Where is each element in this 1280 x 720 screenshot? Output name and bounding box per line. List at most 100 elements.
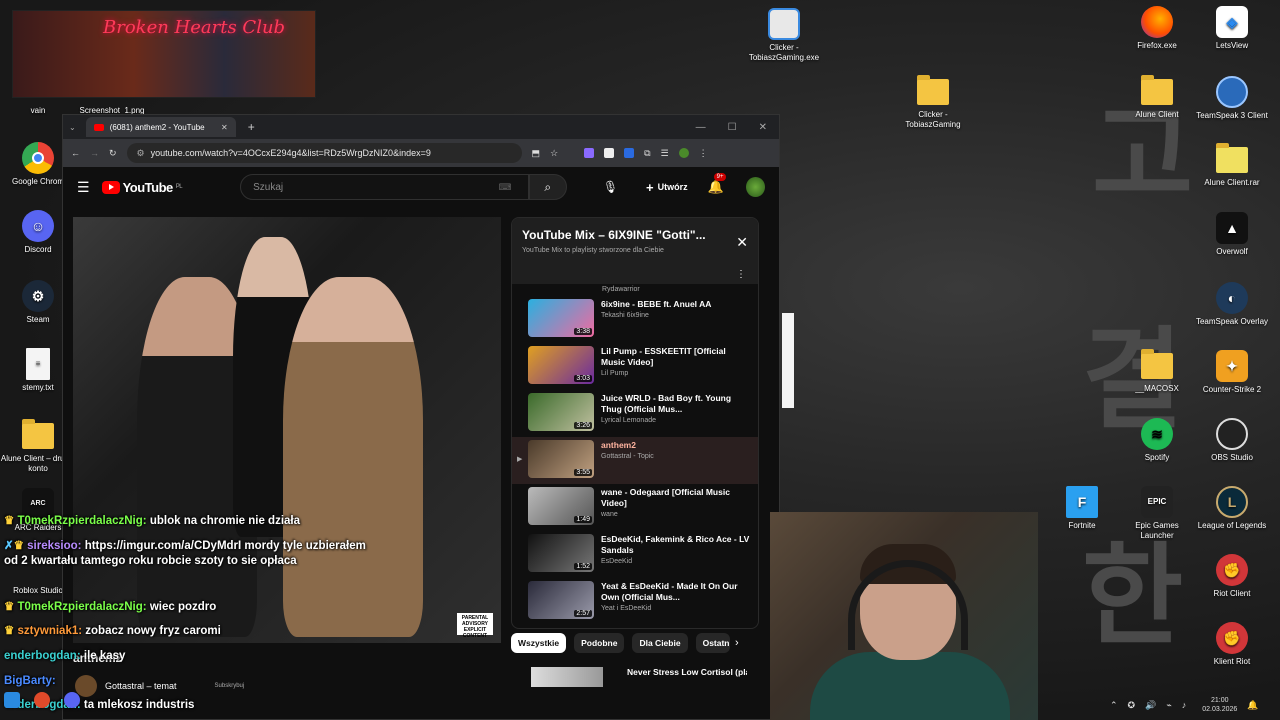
notifications-button[interactable]: 🔔 9+ — [708, 173, 727, 195]
desktop-icon-label: Counter-Strike 2 — [1202, 385, 1262, 394]
playlist-title[interactable]: YouTube Mix – 6IX9INE "Gotti"... — [522, 228, 748, 242]
desktop-icon-fortnite[interactable]: F Fortnite — [1044, 486, 1120, 531]
chevron-up-icon[interactable]: ⌃ — [1110, 700, 1118, 711]
tab-search-icon[interactable]: ⌄ — [69, 123, 76, 132]
keyboard-icon[interactable]: ⌨ — [499, 182, 512, 193]
tab-youtube[interactable]: (6081) anthem2 - YouTube ✕ — [85, 117, 236, 137]
desktop-icon-teamspeak-overlay[interactable]: ◐ TeamSpeak Overlay — [1194, 282, 1270, 327]
windows-start-icon[interactable] — [4, 692, 20, 708]
video-thumbnail: 1:49 — [528, 487, 594, 525]
video-thumbnail: 3:55 — [528, 440, 594, 478]
spotify-icon: ≋ — [1141, 418, 1173, 450]
back-icon[interactable]: ← — [71, 148, 80, 158]
chip-recent[interactable]: Ostatnio — [695, 633, 730, 653]
youtube-logo[interactable]: YouTube PL — [101, 179, 183, 195]
playlist-item-channel: EsDeeKid — [601, 558, 633, 565]
duration-label: 3:55 — [574, 469, 592, 476]
playlist-item[interactable]: 1:49 wane - Odegaard [Official Music Vid… — [512, 484, 758, 531]
badge-icon: ♛ — [4, 515, 15, 527]
channel-name[interactable]: Gottastral – temat — [105, 681, 177, 691]
desktop-icon-obs[interactable]: OBS Studio — [1194, 418, 1270, 463]
desktop-icon-cs2[interactable]: ✦ Counter-Strike 2 — [1194, 350, 1270, 395]
desktop-icon-label: TeamSpeak 3 Client — [1196, 111, 1268, 120]
playlist-item[interactable]: 3:38 6ix9ine - BEBE ft. Anuel AA Tekashi … — [512, 296, 758, 343]
volume-icon[interactable]: 🔊 — [1145, 700, 1156, 711]
minimize-icon[interactable]: — — [696, 122, 706, 133]
desktop-icon-firefox[interactable]: Firefox.exe — [1119, 6, 1195, 51]
fortnite-icon: F — [1066, 486, 1098, 518]
sword-icon: ✗ — [4, 540, 14, 552]
install-icon[interactable]: ⬒ — [532, 148, 541, 159]
video-player[interactable]: PARENTAL ADVISORY EXPLICIT CONTENT — [73, 217, 501, 643]
playlist-item-title: Yeat & EsDeeKid - Made It On Our Own (Of… — [601, 581, 738, 602]
desktop-icon-riot-client[interactable]: ✊ Riot Client — [1194, 554, 1270, 599]
account-avatar[interactable] — [745, 177, 765, 197]
menu-icon[interactable]: ☰ — [77, 179, 90, 196]
browser-menu-icon[interactable]: ⋮ — [699, 148, 708, 159]
chip-similar[interactable]: Podobne — [574, 633, 625, 653]
close-tab-icon[interactable]: ✕ — [221, 123, 228, 132]
desktop-icon-label: Riot Client — [1213, 589, 1251, 598]
clock[interactable]: 21:00 02.03.2026 — [1202, 696, 1237, 714]
search-button[interactable]: ⌕ — [528, 174, 567, 200]
notification-bell-icon[interactable]: 🔔 — [1247, 700, 1258, 711]
desktop-icon-spotify[interactable]: ≋ Spotify — [1119, 418, 1195, 463]
desktop-icon-label: Steam — [26, 315, 50, 324]
playlist-item-current[interactable]: ▶ 3:55 anthem2 Gottastral - Topic — [512, 437, 758, 484]
network-icon[interactable]: ⌁ — [1166, 700, 1171, 711]
recommendation-item[interactable]: Never Stress Low Cortisol (playlist) ⋮ — [511, 667, 780, 687]
extension-icon[interactable] — [604, 148, 615, 158]
desktop-icon-clicker-folder[interactable]: Clicker - TobiaszGaming — [895, 75, 971, 130]
maximize-icon[interactable]: ☐ — [728, 122, 737, 133]
url-field[interactable]: ⚙ youtube.com/watch?v=4OCcxE294g4&list=R… — [126, 143, 522, 163]
chip-all[interactable]: Wszystkie — [511, 633, 567, 653]
search-input[interactable]: Szukaj ⌨ — [240, 174, 529, 200]
chevron-right-icon[interactable]: › — [735, 637, 739, 649]
letsview-icon: ◈ — [1216, 6, 1248, 38]
overwolf-icon: ▲ — [1216, 212, 1248, 244]
image-thumbnail[interactable]: Broken Hearts Club — [12, 10, 316, 98]
playlist-item[interactable]: 1:52 EsDeeKid, Fakemink & Rico Ace - LV … — [512, 531, 758, 578]
desktop-icon-label: Discord — [24, 245, 52, 254]
desktop-icon-alune-client[interactable]: Alune Client — [1119, 75, 1195, 120]
chip-for-you[interactable]: Dla Ciebie — [632, 633, 688, 653]
extension-icon[interactable] — [584, 148, 595, 158]
desktop-icon-letsview[interactable]: ◈ LetsView — [1194, 6, 1270, 51]
plus-icon: + — [646, 179, 654, 195]
folder-icon — [22, 419, 54, 449]
forward-icon[interactable]: → — [90, 148, 99, 158]
close-icon[interactable]: ✕ — [736, 234, 748, 251]
desktop-icon-overwolf[interactable]: ▲ Overwolf — [1194, 212, 1270, 257]
controller-icon[interactable]: ✪ — [1128, 700, 1136, 711]
playlist-item-channel: Lyrical Lemonade — [601, 417, 656, 424]
desktop-icon-epic[interactable]: EPIC Epic Games Launcher — [1119, 486, 1195, 541]
new-tab-button[interactable]: + — [248, 120, 255, 134]
chrome-taskbar-icon[interactable] — [34, 692, 50, 708]
window-edge — [782, 313, 794, 408]
speaker-icon[interactable]: ♪ — [1182, 700, 1187, 710]
subscribe-button[interactable]: Subskrybuj — [215, 683, 245, 689]
extension-icon[interactable] — [624, 148, 635, 158]
playlist-item[interactable]: 2:57 Yeat & EsDeeKid - Made It On Our Ow… — [512, 578, 758, 625]
close-window-icon[interactable]: ✕ — [759, 122, 767, 133]
youtube-wordmark: YouTube — [122, 179, 174, 195]
profile-avatar-icon[interactable] — [678, 148, 689, 158]
desktop-icon-klient-riot[interactable]: ✊ Klient Riot — [1194, 622, 1270, 667]
desktop-icon-macosx[interactable]: __MACOSX — [1119, 349, 1195, 394]
create-button[interactable]: + Utwórz — [646, 180, 688, 195]
playlist-item[interactable]: 3:26 Juice WRLD - Bad Boy ft. Young Thug… — [512, 390, 758, 437]
reload-icon[interactable]: ↻ — [109, 148, 117, 159]
tab-list-icon[interactable]: ☰ — [661, 148, 669, 159]
discord-taskbar-icon[interactable] — [64, 692, 80, 708]
desktop-icon-alune-rar[interactable]: Alune Client.rar — [1194, 143, 1270, 188]
voice-search-icon[interactable]: 🎙 — [599, 175, 622, 199]
desktop-icon-lol[interactable]: L League of Legends — [1194, 486, 1270, 531]
more-options-icon[interactable]: ⋮ — [736, 269, 746, 280]
desktop-icon-teamspeak[interactable]: TeamSpeak 3 Client — [1194, 76, 1270, 121]
playlist-item[interactable]: 3:03 Lil Pump - ESSKEETIT [Official Musi… — [512, 343, 758, 390]
desktop-icon-label: Spotify — [1144, 453, 1170, 462]
site-info-icon[interactable]: ⚙ — [137, 148, 145, 159]
bookmark-star-icon[interactable]: ☆ — [550, 148, 558, 159]
extensions-puzzle-icon[interactable]: ⧉ — [644, 148, 650, 159]
desktop-icon-clicker-exe[interactable]: Clicker - TobiaszGaming.exe — [746, 8, 822, 63]
